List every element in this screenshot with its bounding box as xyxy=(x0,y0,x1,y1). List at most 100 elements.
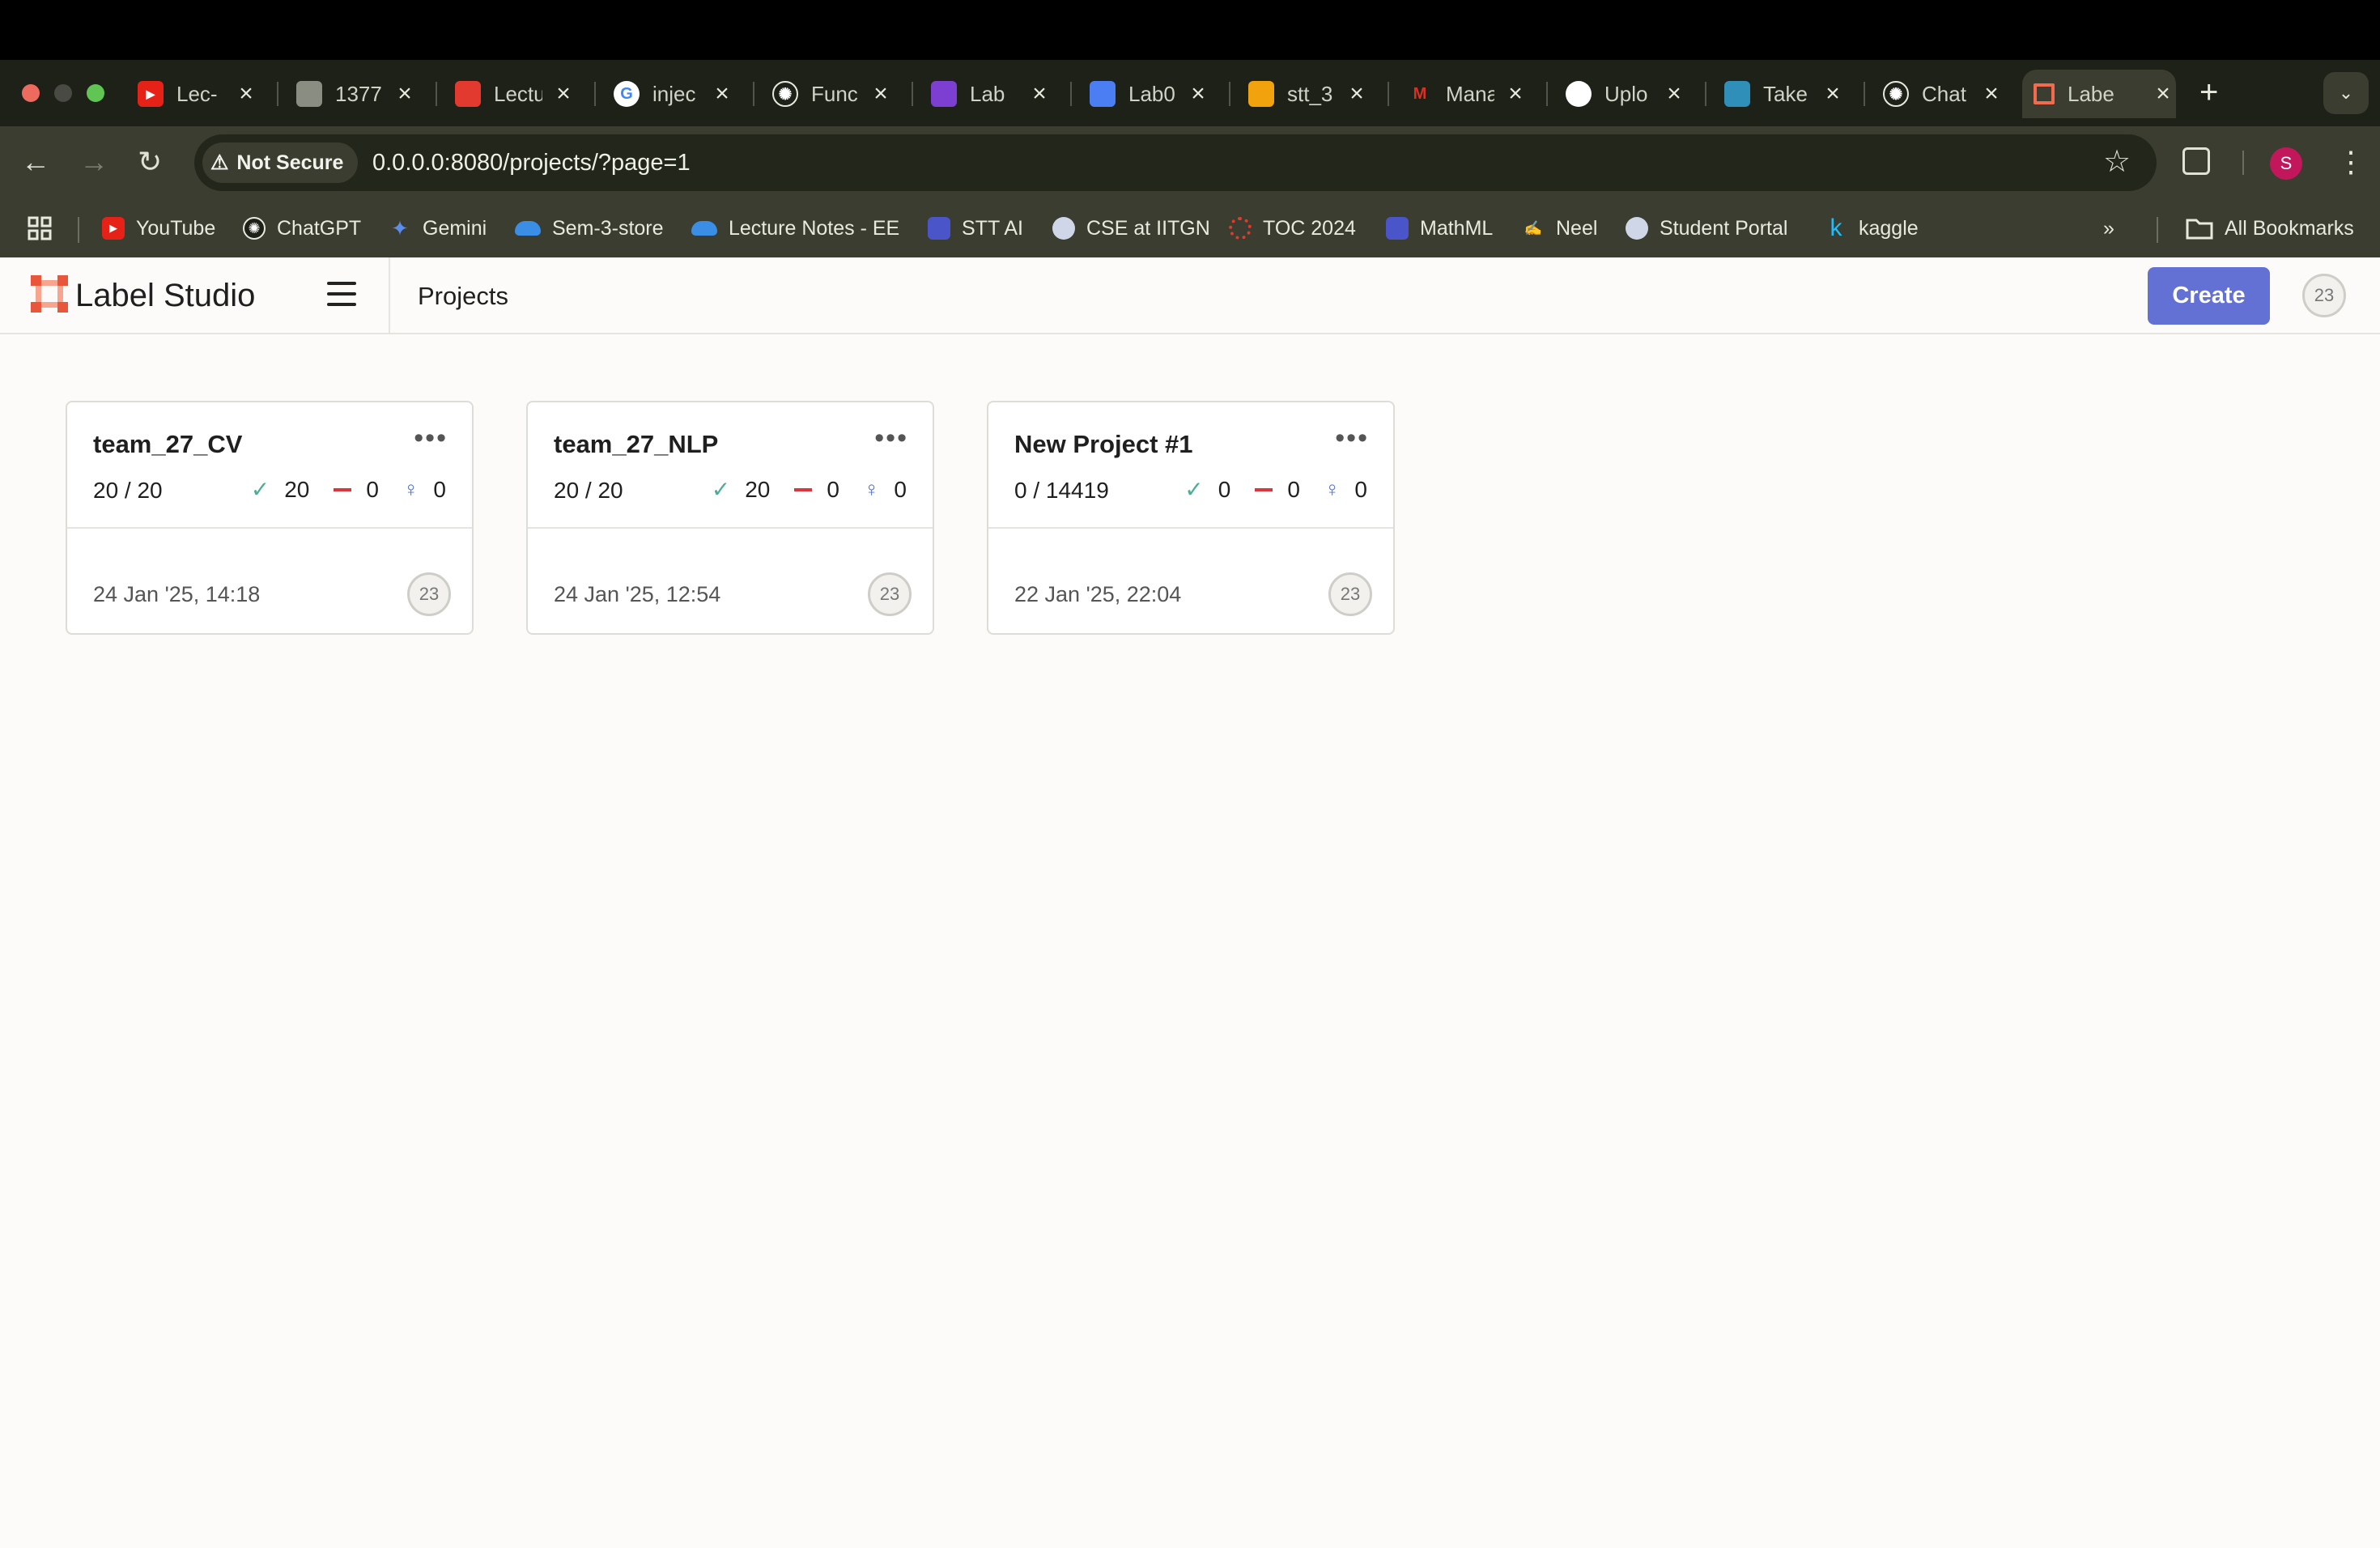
browser-tab[interactable]: 1377 × xyxy=(296,70,418,118)
close-tab-icon[interactable]: × xyxy=(1185,80,1211,108)
project-date: 24 Jan '25, 12:54 xyxy=(554,582,721,606)
predictions-count: 0 xyxy=(1354,476,1367,502)
check-icon: ✓ xyxy=(250,477,270,502)
security-label: Not Secure xyxy=(236,151,344,174)
bookmarks-divider xyxy=(2157,217,2158,243)
bookmark-item[interactable]: CSE at IITGN xyxy=(1052,212,1210,245)
project-owner-avatar: 23 xyxy=(1328,572,1372,616)
completed-stat: ✓ 0 xyxy=(1184,476,1230,503)
zoom-window-button[interactable] xyxy=(87,84,104,102)
project-title[interactable]: team_27_NLP xyxy=(554,430,718,459)
tab-title: Take xyxy=(1763,81,1808,106)
bookmark-item[interactable]: MathML xyxy=(1386,212,1493,245)
close-tab-icon[interactable]: × xyxy=(392,80,418,108)
tab-divider xyxy=(1546,82,1548,106)
close-tab-icon[interactable]: × xyxy=(550,80,576,108)
reload-button[interactable]: ↻ xyxy=(138,144,162,180)
project-title[interactable]: New Project #1 xyxy=(1014,430,1193,459)
browser-tab[interactable]: Take × xyxy=(1724,70,1846,118)
close-tab-icon[interactable]: × xyxy=(1026,80,1052,108)
tab-title: injec xyxy=(652,81,696,106)
url-text[interactable]: 0.0.0.0:8080/projects/?page=1 xyxy=(372,150,691,176)
browser-tab[interactable]: Lab × xyxy=(931,70,1052,118)
close-tab-icon[interactable]: × xyxy=(1978,80,2004,108)
tab-divider xyxy=(1864,82,1865,106)
github-icon xyxy=(1566,81,1592,107)
project-card[interactable]: team_27_NLP ••• 20 / 20 ✓ 20 0 ♀ 0 24 Jan … xyxy=(526,401,934,635)
bookmark-label: ChatGPT xyxy=(277,216,362,240)
project-menu-icon[interactable]: ••• xyxy=(874,424,908,452)
project-card[interactable]: team_27_CV ••• 20 / 20 ✓ 20 0 ♀ 0 24 Jan '… xyxy=(66,401,474,635)
extensions-icon[interactable] xyxy=(2182,147,2210,175)
forward-button[interactable]: → xyxy=(79,144,108,180)
project-title[interactable]: team_27_CV xyxy=(93,430,242,459)
bookmark-star-icon[interactable]: ☆ xyxy=(2103,144,2131,180)
bookmark-item[interactable]: ✦ Gemini xyxy=(389,212,487,245)
all-bookmarks-folder[interactable]: All Bookmarks xyxy=(2186,212,2354,245)
bookmark-item[interactable]: ✺ ChatGPT xyxy=(243,212,361,245)
close-tab-icon[interactable]: × xyxy=(1820,80,1846,108)
app-brand[interactable]: Label Studio xyxy=(75,278,255,314)
close-tab-icon[interactable]: × xyxy=(1661,80,1687,108)
close-tab-icon[interactable]: × xyxy=(1344,80,1370,108)
close-tab-icon[interactable]: × xyxy=(709,80,735,108)
browser-tab[interactable]: Lectu × xyxy=(455,70,576,118)
predictions-stat: ♀ 0 xyxy=(864,477,907,503)
back-button[interactable]: ← xyxy=(21,144,50,180)
project-menu-icon[interactable]: ••• xyxy=(414,424,448,452)
browser-tab[interactable]: Uplo × xyxy=(1566,70,1687,118)
bookmark-item[interactable]: Sem-3-store xyxy=(515,212,664,245)
bookmark-item[interactable]: Lecture Notes - EE xyxy=(691,212,899,245)
more-bookmarks-icon[interactable]: » xyxy=(2103,212,2114,245)
close-tab-icon[interactable]: × xyxy=(2150,80,2176,108)
label-studio-icon xyxy=(2034,83,2055,104)
browser-tab[interactable]: M Mana × xyxy=(1407,70,1528,118)
bookmark-item[interactable]: TOC 2024 xyxy=(1229,212,1356,245)
project-card[interactable]: New Project #1 ••• 0 / 14419 ✓ 0 0 ♀ 0 22 … xyxy=(987,401,1395,635)
close-tab-icon[interactable]: × xyxy=(233,80,259,108)
bookmark-item[interactable]: ✍ Neel xyxy=(1522,212,1598,245)
header-divider xyxy=(389,257,390,334)
tab-divider xyxy=(1070,82,1072,106)
youtube-icon: ▶ xyxy=(138,81,164,107)
skipped-count: 0 xyxy=(1287,476,1300,502)
lightbulb-icon: ♀ xyxy=(402,477,419,501)
profile-avatar[interactable]: S xyxy=(2270,147,2302,180)
browser-tab[interactable]: Ginjec × xyxy=(614,70,735,118)
close-tab-icon[interactable]: × xyxy=(868,80,894,108)
hamburger-menu-icon[interactable] xyxy=(327,282,356,306)
minimize-window-button[interactable] xyxy=(54,84,72,102)
user-avatar[interactable]: 23 xyxy=(2302,274,2346,317)
tab-title: Mana xyxy=(1446,81,1494,106)
browser-tab[interactable]: Lab0 × xyxy=(1090,70,1211,118)
browser-tab[interactable]: Labe × xyxy=(2022,70,2176,118)
bookmark-item[interactable]: k kaggle xyxy=(1825,212,1919,245)
close-tab-icon[interactable]: × xyxy=(1502,80,1528,108)
bookmark-item[interactable]: Student Portal xyxy=(1626,212,1787,245)
browser-menu-icon[interactable]: ⋮ xyxy=(2336,144,2365,180)
bookmark-label: Student Portal xyxy=(1660,216,1788,240)
bookmarks-divider xyxy=(78,217,79,243)
create-project-button[interactable]: Create xyxy=(2148,267,2270,325)
lightbulb-icon: ♀ xyxy=(863,477,880,501)
tab-title: Labe xyxy=(2068,81,2114,106)
label-studio-logo-icon[interactable] xyxy=(31,275,68,313)
project-owner-avatar: 23 xyxy=(407,572,451,616)
calendar-icon xyxy=(1386,217,1409,240)
skipped-stat: 0 xyxy=(1255,477,1300,503)
skipped-stat: 0 xyxy=(794,477,839,503)
browser-tab[interactable]: ✺ Chat × xyxy=(1883,70,2004,118)
browser-tab[interactable]: ▶ Lec- × xyxy=(138,70,259,118)
toolbar-divider xyxy=(2242,151,2244,175)
apps-grid-icon[interactable] xyxy=(28,212,52,245)
browser-tab[interactable]: stt_3 × xyxy=(1248,70,1370,118)
onedrive-icon xyxy=(515,221,541,236)
bookmark-item[interactable]: ▶ YouTube xyxy=(102,212,215,245)
project-menu-icon[interactable]: ••• xyxy=(1335,424,1369,452)
close-window-button[interactable] xyxy=(22,84,40,102)
security-indicator[interactable]: ⚠ Not Secure xyxy=(202,142,359,183)
tab-search-button[interactable]: ⌄ xyxy=(2323,72,2369,114)
browser-tab[interactable]: ✺ Func × xyxy=(772,70,894,118)
new-tab-button[interactable]: + xyxy=(2199,74,2218,110)
bookmark-item[interactable]: STT AI xyxy=(928,212,1023,245)
